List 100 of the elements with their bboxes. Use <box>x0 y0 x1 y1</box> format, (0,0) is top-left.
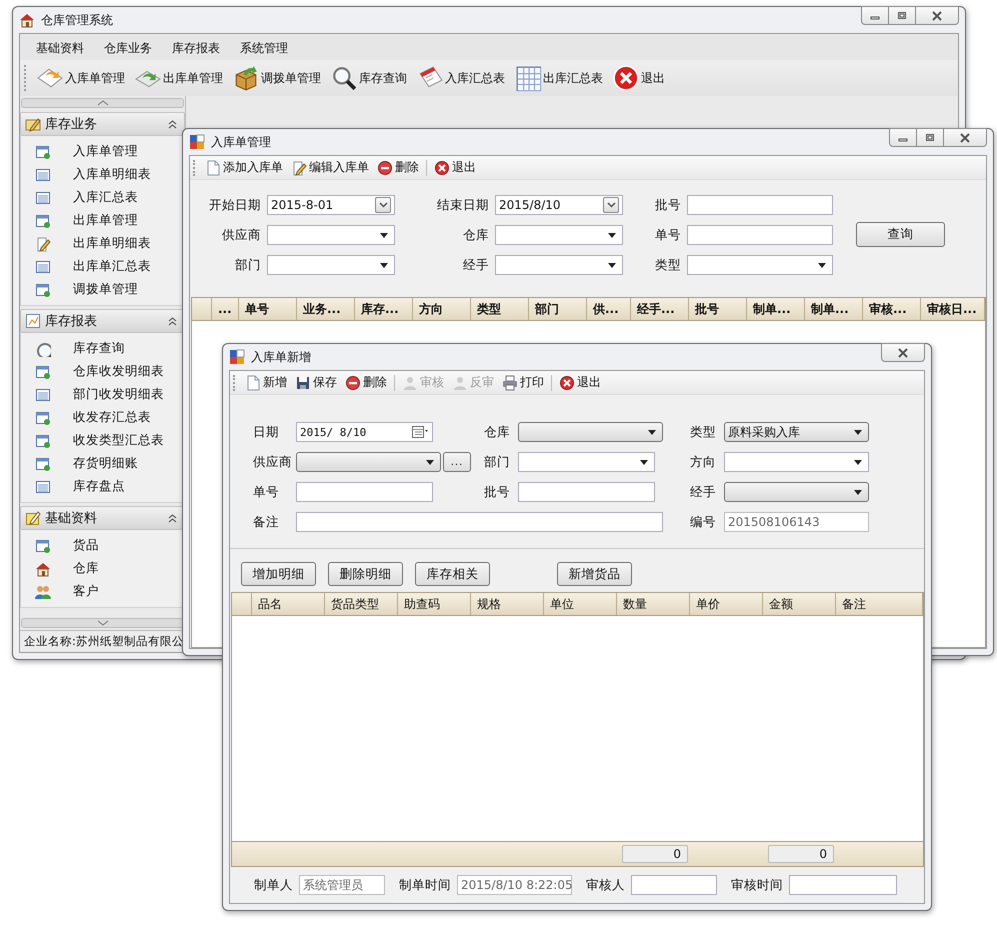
column-header[interactable]: 助查码 <box>398 593 471 615</box>
toolbar-button[interactable]: 出库单管理 <box>133 65 225 91</box>
dropdown[interactable] <box>518 452 655 472</box>
action-button[interactable]: 增加明细 <box>241 562 316 586</box>
toolbar-button[interactable]: 删除 <box>376 159 420 176</box>
column-header[interactable]: 方向 <box>413 298 471 320</box>
toolbar-button[interactable]: 保存 <box>294 374 338 391</box>
sidebar-item[interactable]: 出库单明细表 <box>21 232 184 255</box>
column-header[interactable]: 部门 <box>529 298 587 320</box>
dropdown[interactable]: 原料采购入库 <box>724 422 869 442</box>
sidebar-item[interactable]: 入库单明细表 <box>21 163 184 186</box>
column-header[interactable]: 单号 <box>239 298 297 320</box>
minimize-button[interactable] <box>861 6 889 25</box>
query-button[interactable]: 查询 <box>856 222 945 247</box>
input-field[interactable] <box>518 482 655 502</box>
dropdown[interactable] <box>687 255 833 275</box>
dropdown[interactable] <box>296 452 441 472</box>
column-header[interactable]: 类型 <box>471 298 529 320</box>
sidebar-item[interactable]: 库存查询 <box>21 337 184 360</box>
date-field[interactable]: 2015/8/10 <box>495 195 623 215</box>
date-picker-field[interactable]: 2015/ 8/10 <box>296 422 433 442</box>
column-header[interactable]: 供... <box>587 298 631 320</box>
column-header[interactable]: 金额 <box>763 593 836 615</box>
column-header[interactable]: ... <box>212 298 239 320</box>
maximize-button[interactable] <box>889 6 916 25</box>
action-button[interactable]: 新增货品 <box>557 562 632 586</box>
dropdown[interactable] <box>724 452 869 472</box>
menu-item[interactable]: 系统管理 <box>230 38 298 58</box>
sidebar-item[interactable]: 仓库收发明细表 <box>21 360 184 383</box>
toolbar-button[interactable]: 添加入库单 <box>204 159 284 176</box>
column-header[interactable]: 制单... <box>805 298 863 320</box>
sidebar-item[interactable]: 仓库 <box>21 557 184 580</box>
menu-item[interactable]: 基础资料 <box>26 38 94 58</box>
sidebar-item[interactable]: 入库汇总表 <box>21 186 184 209</box>
sidebar-item[interactable]: 部门收发明细表 <box>21 383 184 406</box>
browse-button[interactable]: ... <box>443 452 471 472</box>
sidebar-item[interactable]: 调拨单管理 <box>21 278 184 301</box>
input-field[interactable] <box>687 195 833 215</box>
sidebar-item[interactable]: 货品 <box>21 534 184 557</box>
sidebar-item[interactable]: 出库单汇总表 <box>21 255 184 278</box>
column-header[interactable]: 单位 <box>544 593 617 615</box>
dropdown[interactable] <box>495 255 623 275</box>
column-header[interactable]: 审核... <box>863 298 921 320</box>
column-header[interactable]: 业务... <box>297 298 355 320</box>
date-field[interactable]: 2015-8-01 <box>267 195 395 215</box>
menu-item[interactable]: 仓库业务 <box>94 38 162 58</box>
dropdown[interactable] <box>518 422 663 442</box>
menu-item[interactable]: 库存报表 <box>162 38 230 58</box>
toolbar-button[interactable]: 入库单管理 <box>35 65 127 91</box>
sidebar-item[interactable]: 客户 <box>21 580 184 603</box>
sidebar-item[interactable]: 入库单管理 <box>21 140 184 163</box>
toolbar-button[interactable]: 退出 <box>611 65 667 91</box>
column-header[interactable]: 备注 <box>836 593 923 615</box>
toolbar-button[interactable]: 退出 <box>558 374 602 391</box>
input-field[interactable] <box>789 875 897 895</box>
maximize-button[interactable] <box>917 128 944 147</box>
column-header[interactable]: 制单... <box>747 298 805 320</box>
close-button[interactable] <box>944 128 987 147</box>
toolbar-button[interactable]: 删除 <box>344 374 388 391</box>
dropdown[interactable] <box>267 255 395 275</box>
toolbar-button[interactable]: 出库汇总表 <box>513 65 605 91</box>
toolbar-button[interactable]: 入库汇总表 <box>415 65 507 91</box>
input-field[interactable] <box>296 512 663 532</box>
sidebar-item[interactable]: 收发类型汇总表 <box>21 429 184 452</box>
toolbar-button[interactable]: 库存查询 <box>329 65 409 91</box>
column-header[interactable]: 单价 <box>690 593 763 615</box>
sidebar-item[interactable]: 存货明细账 <box>21 452 184 475</box>
sidebar-item[interactable]: 收发存汇总表 <box>21 406 184 429</box>
scroll-up-button[interactable] <box>21 98 184 108</box>
close-button[interactable] <box>881 343 925 362</box>
action-button[interactable]: 删除明细 <box>328 562 403 586</box>
input-field[interactable] <box>296 482 433 502</box>
column-header[interactable]: 经手... <box>631 298 689 320</box>
column-header[interactable]: 数量 <box>617 593 690 615</box>
input-field[interactable] <box>687 225 833 245</box>
column-header[interactable]: 货品类型 <box>325 593 398 615</box>
group-header[interactable]: 基础资料 <box>20 506 185 530</box>
column-header[interactable]: 审核日... <box>921 298 985 320</box>
close-button[interactable] <box>916 6 959 25</box>
sidebar-item[interactable]: 库存盘点 <box>21 475 184 498</box>
column-header[interactable]: 批号 <box>689 298 747 320</box>
column-header[interactable]: 库存... <box>355 298 413 320</box>
action-button[interactable]: 库存相关 <box>415 562 490 586</box>
toolbar-button[interactable]: 打印 <box>501 374 545 391</box>
toolbar-button[interactable]: 调拨单管理 <box>231 65 323 91</box>
dropdown[interactable] <box>267 225 395 245</box>
sidebar-item[interactable]: 出库单管理 <box>21 209 184 232</box>
toolbar-button[interactable]: 新增 <box>244 374 288 391</box>
toolbar-button[interactable]: 退出 <box>433 159 477 176</box>
group-header[interactable]: 库存业务 <box>20 112 185 136</box>
minimize-button[interactable] <box>889 128 917 147</box>
form-icon <box>35 410 51 426</box>
dropdown[interactable] <box>495 225 623 245</box>
column-header[interactable]: 规格 <box>471 593 544 615</box>
input-field[interactable] <box>631 875 717 895</box>
scroll-down-button[interactable] <box>21 618 184 628</box>
toolbar-button[interactable]: 编辑入库单 <box>290 159 370 176</box>
dropdown[interactable] <box>724 482 869 502</box>
column-header[interactable]: 品名 <box>252 593 325 615</box>
group-header[interactable]: 库存报表 <box>20 309 185 333</box>
